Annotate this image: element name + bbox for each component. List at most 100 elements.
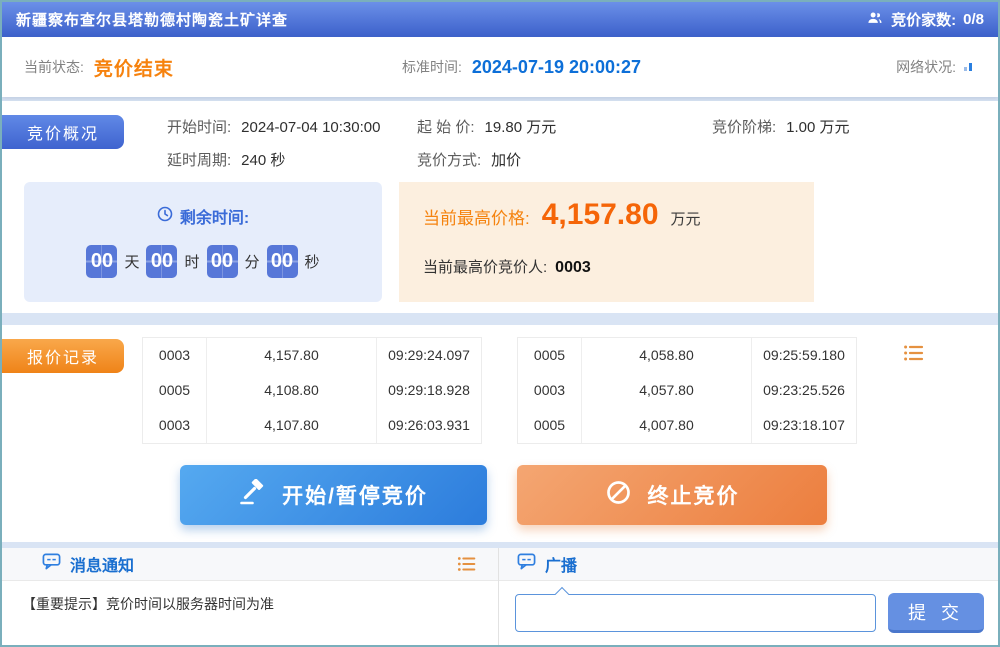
chat-icon: [42, 552, 61, 576]
page-title: 新疆察布查尔县塔勒德村陶瓷土矿详查: [16, 9, 288, 30]
highest-price-value: 4,157.80: [542, 198, 659, 232]
users-icon: [866, 9, 884, 31]
table-row: 0005 4,108.80 09:29:18.928: [143, 373, 481, 408]
field-value: 加价: [491, 152, 521, 169]
bid-table-left: 0003 4,157.80 09:29:24.097 0005 4,108.80…: [142, 337, 482, 444]
highest-bidder-label: 当前最高价竞价人:: [423, 259, 547, 276]
field-value: 19.80 万元: [485, 119, 557, 136]
highest-price-label: 当前最高价格:: [423, 204, 530, 229]
time-cell: 09:26:03.931: [377, 408, 481, 443]
highest-bidder-row: 当前最高价竞价人: 0003: [423, 256, 591, 277]
countdown-hours-unit: 时: [184, 251, 199, 272]
bidders-label: 竞价家数:: [891, 9, 956, 30]
bidder-cell: 0003: [518, 373, 582, 408]
broadcast-row: 提 交: [515, 593, 984, 633]
countdown-seconds: 00: [267, 245, 298, 278]
overview-section: 竞价概况 开始时间: 2024-07-04 10:30:00 起 始 价: 19.8…: [2, 101, 998, 313]
footer: 消息通知 【重要提示】竞价时间以服务器时间为准: [2, 548, 998, 645]
ban-icon: [605, 479, 632, 512]
notice-title: 消息通知: [70, 552, 134, 576]
highest-price-unit: 万元: [671, 208, 701, 229]
bidder-cell: 0005: [518, 408, 582, 443]
chat-icon: [517, 552, 536, 576]
field-label: 延时周期:: [167, 152, 231, 169]
state-label: 当前状态:: [24, 57, 84, 77]
price-cell: 4,057.80: [582, 373, 752, 408]
notice-list-icon[interactable]: [456, 553, 478, 575]
terminate-bid-button[interactable]: 终止竞价: [517, 465, 827, 525]
field-label: 起 始 价:: [417, 119, 475, 136]
highest-price-row: 当前最高价格: 4,157.80 万元: [423, 198, 701, 232]
overview-badge: 竞价概况: [2, 115, 124, 149]
countdown-minutes: 00: [207, 245, 238, 278]
terminate-label: 终止竞价: [648, 480, 740, 510]
price-cell: 4,108.80: [207, 373, 377, 408]
broadcast-title: 广播: [545, 552, 577, 576]
server-time: 标准时间: 2024-07-19 20:00:27: [402, 37, 641, 97]
countdown-seconds-unit: 秒: [305, 251, 320, 272]
highest-bidder-value: 0003: [555, 259, 591, 276]
time-value: 2024-07-19 20:00:27: [472, 57, 641, 78]
time-cell: 09:25:59.180: [752, 338, 856, 373]
price-cell: 4,107.80: [207, 408, 377, 443]
notice-header: 消息通知: [2, 548, 498, 581]
field-label: 竞价阶梯:: [712, 119, 776, 136]
countdown-label: 剩余时间:: [180, 204, 249, 228]
countdown-hours: 00: [146, 245, 177, 278]
field-bid-step: 竞价阶梯: 1.00 万元: [712, 116, 850, 137]
broadcast-header: 广播: [499, 548, 998, 581]
price-cell: 4,157.80: [207, 338, 377, 373]
field-delay-period: 延时周期: 240 秒: [167, 149, 285, 170]
broadcast-input[interactable]: [515, 594, 876, 632]
bidders-counter: 竞价家数: 0/8: [866, 9, 984, 31]
records-badge: 报价记录: [2, 339, 124, 373]
field-bid-mode: 竞价方式: 加价: [417, 149, 521, 170]
notice-panel: 消息通知 【重要提示】竞价时间以服务器时间为准: [2, 548, 499, 645]
field-label: 竞价方式:: [417, 152, 481, 169]
field-value: 1.00 万元: [786, 119, 849, 136]
bidder-cell: 0005: [518, 338, 582, 373]
time-cell: 09:23:18.107: [752, 408, 856, 443]
notice-message: 【重要提示】竞价时间以服务器时间为准: [2, 581, 498, 627]
network-label: 网络状况:: [896, 57, 956, 77]
price-cell: 4,058.80: [582, 338, 752, 373]
price-cell: 4,007.80: [582, 408, 752, 443]
field-value: 2024-07-04 10:30:00: [241, 119, 380, 136]
field-start-time: 开始时间: 2024-07-04 10:30:00: [167, 116, 380, 137]
table-row: 0003 4,057.80 09:23:25.526: [518, 373, 856, 408]
signal-icon: [964, 63, 972, 71]
state-value: 竞价结束: [94, 54, 174, 81]
time-cell: 09:23:25.526: [752, 373, 856, 408]
start-pause-bid-button[interactable]: 开始/暂停竞价: [180, 465, 487, 525]
table-row: 0005 4,058.80 09:25:59.180: [518, 338, 856, 373]
time-cell: 09:29:18.928: [377, 373, 481, 408]
time-label: 标准时间:: [402, 57, 462, 77]
highest-price-panel: 当前最高价格: 4,157.80 万元 当前最高价竞价人: 0003: [399, 182, 814, 302]
start-pause-label: 开始/暂停竞价: [282, 480, 428, 510]
field-value: 240 秒: [241, 152, 285, 169]
records-list-icon[interactable]: [902, 341, 926, 365]
time-cell: 09:29:24.097: [377, 338, 481, 373]
countdown-panel: 剩余时间: 00 天 00 时 00 分 00 秒: [24, 182, 382, 302]
table-row: 0003 4,157.80 09:29:24.097: [143, 338, 481, 373]
table-row: 0003 4,107.80 09:26:03.931: [143, 408, 481, 443]
bidder-cell: 0005: [143, 373, 207, 408]
countdown-digits: 00 天 00 时 00 分 00 秒: [24, 245, 382, 278]
records-section: 报价记录 0003 4,157.80 09:29:24.097 0005 4,1…: [2, 325, 998, 542]
network-status: 网络状况:: [896, 37, 972, 97]
auction-page: 新疆察布查尔县塔勒德村陶瓷土矿详查 竞价家数: 0/8 当前状态: 竞价结束 标…: [0, 0, 1000, 647]
countdown-minutes-unit: 分: [245, 251, 260, 272]
submit-button[interactable]: 提 交: [888, 593, 984, 633]
bidder-cell: 0003: [143, 408, 207, 443]
title-bar: 新疆察布查尔县塔勒德村陶瓷土矿详查 竞价家数: 0/8: [2, 2, 998, 37]
clock-icon: [157, 206, 173, 227]
field-start-price: 起 始 价: 19.80 万元: [417, 116, 556, 137]
bidders-count: 0/8: [963, 11, 984, 28]
field-label: 开始时间:: [167, 119, 231, 136]
broadcast-input-wrap: [515, 594, 876, 632]
gavel-icon: [239, 479, 266, 512]
countdown-days: 00: [86, 245, 117, 278]
countdown-days-unit: 天: [124, 251, 139, 272]
current-state: 当前状态: 竞价结束: [24, 37, 174, 97]
bid-table-right: 0005 4,058.80 09:25:59.180 0003 4,057.80…: [517, 337, 857, 444]
